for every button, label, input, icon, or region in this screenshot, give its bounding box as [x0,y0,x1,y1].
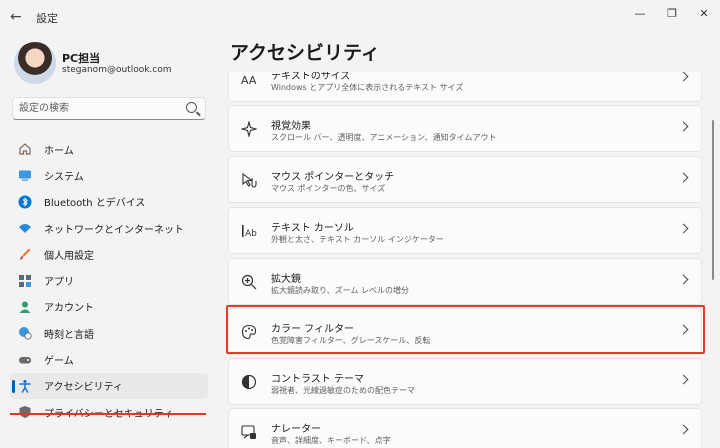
card-narrator[interactable]: ナレーター 音声、詳細度、キーボード、点字 [228,408,702,448]
card-subtitle: マウス ポインターの色、サイズ [271,184,386,193]
sidebar-item-time-language[interactable]: 時刻と言語 [10,320,208,346]
card-subtitle: Windows とアプリ全体に表示されるテキスト サイズ [271,83,464,92]
card-title: コントラスト テーマ [271,374,364,385]
back-arrow-icon[interactable]: ← [10,9,26,25]
card-magnifier[interactable]: 拡大鏡 拡大鏡読み取り、ズーム レベルの増分 [228,258,702,305]
user-email: steganom@outlook.com [62,65,172,75]
sidebar-item-label: Bluetooth とデバイス [44,198,146,210]
sidebar-item-accounts[interactable]: アカウント [10,294,208,320]
sidebar-item-label: アカウント [44,303,94,315]
account-icon [18,300,32,314]
apps-icon [18,274,32,288]
card-mouse-pointer-touch[interactable]: マウス ポインターとタッチ マウス ポインターの色、サイズ [228,156,702,203]
home-icon [18,142,32,156]
system-icon [18,168,32,182]
card-title: 拡大鏡 [271,274,301,285]
brush-icon [18,247,32,261]
network-icon [18,221,32,235]
sidebar-item-label: ネットワークとインターネット [44,224,184,236]
card-title: テキストのサイズ [271,72,351,82]
sidebar-nav: ホーム システム Bluetooth とデバイス ネットワークとインターネット … [10,136,208,425]
search-icon[interactable] [186,102,197,113]
svg-text:AA: AA [241,74,257,87]
card-subtitle: 拡大鏡読み取り、ズーム レベルの増分 [271,286,409,295]
sidebar-item-label: アクセシビリティ [44,382,123,394]
text-size-icon: AA [241,72,257,87]
highlight-box [226,305,705,354]
title-bar: ← 設定 — ❐ ✕ [0,0,720,34]
sidebar-item-gaming[interactable]: ゲーム [10,346,208,372]
card-title: テキスト カーソル [271,223,354,234]
maximize-icon[interactable]: ❐ [662,6,682,22]
text-cursor-icon: Ab [241,223,257,239]
search-input[interactable] [19,101,179,116]
visual-effects-icon [241,121,257,137]
card-title: ナレーター [271,424,321,435]
chevron-right-icon [678,172,689,183]
sidebar-item-bluetooth[interactable]: Bluetooth とデバイス [10,189,208,215]
chevron-right-icon [678,424,689,435]
sidebar-item-label: アプリ [44,277,74,289]
sidebar-item-personalization[interactable]: 個人用設定 [10,241,208,267]
avatar[interactable] [14,42,56,84]
chevron-right-icon [678,121,689,132]
sidebar-item-home[interactable]: ホーム [10,136,208,162]
chevron-right-icon [678,72,689,82]
highlight-underline [10,413,206,415]
window-title: 設定 [36,12,58,25]
sidebar-item-label: ゲーム [44,356,74,368]
svg-text:Ab: Ab [245,229,257,239]
accessibility-icon [18,379,32,393]
sidebar-item-label: ホーム [44,145,74,157]
magnifier-icon [241,274,257,290]
card-subtitle: 音声、詳細度、キーボード、点字 [271,436,391,445]
contrast-icon [241,374,257,390]
sidebar-item-label: 個人用設定 [44,250,94,262]
card-subtitle: スクロール バー、透明度、アニメーション、通知タイムアウト [271,133,497,142]
scrollbar[interactable] [712,120,714,280]
sidebar-item-apps[interactable]: アプリ [10,267,208,293]
chevron-right-icon [678,274,689,285]
gamepad-icon [18,353,32,367]
card-text-cursor[interactable]: Ab テキスト カーソル 外観と太さ、テキスト カーソル インジケーター [228,207,702,254]
settings-card-list: AA テキストのサイズ Windows とアプリ全体に表示されるテキスト サイズ… [228,72,702,448]
chevron-right-icon [678,223,689,234]
mouse-pointer-icon [241,172,257,188]
sidebar-item-label: 時刻と言語 [44,329,94,341]
sidebar-item-system[interactable]: システム [10,162,208,188]
search-box[interactable] [12,97,206,120]
page-title: アクセシビリティ [230,42,380,64]
minimize-icon[interactable]: — [630,6,650,22]
card-subtitle: 外観と太さ、テキスト カーソル インジケーター [271,235,444,244]
sidebar-item-accessibility[interactable]: アクセシビリティ [10,372,208,399]
card-contrast-themes[interactable]: コントラスト テーマ 弱視者、光線過敏症のための配色テーマ [228,358,702,405]
chevron-right-icon [678,374,689,385]
card-title: 視覚効果 [271,121,311,132]
user-name: PC担当 [62,52,101,65]
globe-clock-icon [18,326,32,340]
card-subtitle: 弱視者、光線過敏症のための配色テーマ [271,386,415,395]
card-text-size[interactable]: AA テキストのサイズ Windows とアプリ全体に表示されるテキスト サイズ [228,72,702,102]
bluetooth-icon [18,195,32,209]
close-icon[interactable]: ✕ [694,6,714,22]
sidebar-item-label: システム [44,171,84,183]
card-visual-effects[interactable]: 視覚効果 スクロール バー、透明度、アニメーション、通知タイムアウト [228,105,702,152]
sidebar-item-network[interactable]: ネットワークとインターネット [10,215,208,241]
narrator-icon [241,424,257,440]
card-title: マウス ポインターとタッチ [271,172,395,183]
